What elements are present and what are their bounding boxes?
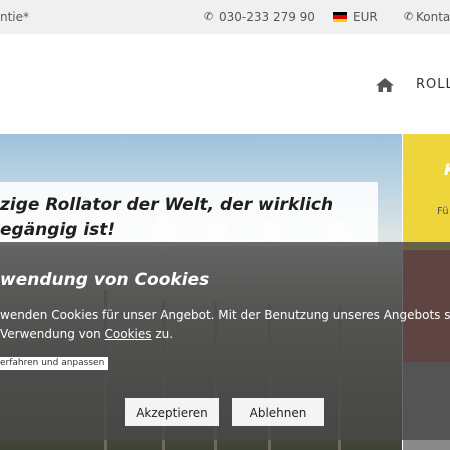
cookie-text-prefix: Verwendung von <box>0 327 105 341</box>
hero-title-line-1: zige Rollator der Welt, der wirklich <box>0 195 334 215</box>
phone-icon: ✆ <box>204 10 214 23</box>
nav-item-rollator[interactable]: ROLL <box>416 77 450 93</box>
cookie-banner-text: wenden Cookies für unser Angebot. Mit de… <box>0 306 450 344</box>
cookie-banner-title: wendung von Cookies <box>0 270 210 290</box>
side-panel-yellow[interactable] <box>403 134 450 250</box>
decline-button[interactable]: Ablehnen <box>232 398 324 426</box>
cookie-text-line-1: wenden Cookies für unser Angebot. Mit de… <box>0 308 450 322</box>
top-bar: ntie* ✆ 030-233 279 90 EUR ✆ Konta <box>0 0 450 34</box>
learn-more-button[interactable]: erfahren und anpassen <box>0 357 109 370</box>
accept-button[interactable]: Akzeptieren <box>125 398 219 426</box>
guarantee-text: ntie* <box>0 10 30 24</box>
germany-flag-icon <box>333 12 347 22</box>
hero-title-line-2: egängig ist! <box>0 220 116 240</box>
contact-phone-icon: ✆ <box>404 10 414 23</box>
cookies-link[interactable]: Cookies <box>105 327 152 341</box>
cookie-text-line-2: Verwendung von Cookies zu. <box>0 325 450 344</box>
contact-link[interactable]: Konta <box>416 9 450 25</box>
side-panel-yellow-text: Fü <box>437 206 449 217</box>
home-icon[interactable] <box>375 77 395 93</box>
side-panel-yellow-heading: K <box>444 160 450 179</box>
hero-title: zige Rollator der Welt, der wirklich egä… <box>0 193 333 243</box>
phone-number-link[interactable]: 030-233 279 90 <box>219 9 315 25</box>
cookie-text-suffix: zu. <box>151 327 174 341</box>
currency-selector[interactable]: EUR <box>353 9 378 25</box>
